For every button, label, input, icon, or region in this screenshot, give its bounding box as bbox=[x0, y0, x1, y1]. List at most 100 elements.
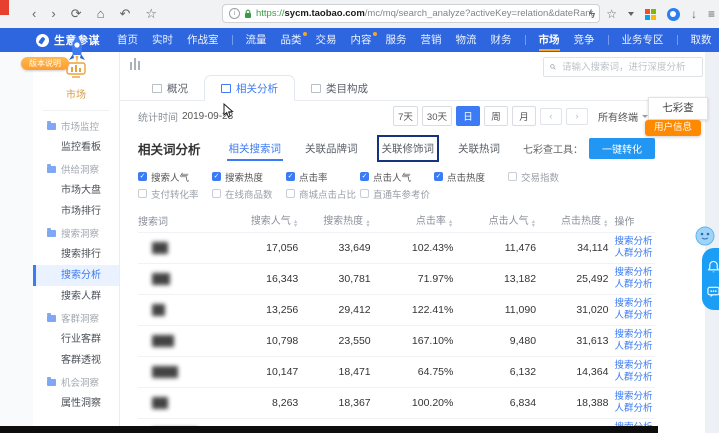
sidebar-item[interactable]: 搜索排行 bbox=[33, 244, 119, 265]
column-header[interactable]: 搜索热度▲▼ bbox=[298, 208, 370, 233]
extensions-grid-icon[interactable] bbox=[645, 9, 656, 20]
date-range-button[interactable]: 7天 bbox=[393, 106, 418, 126]
menu-icon[interactable]: ≡ bbox=[708, 7, 715, 21]
sidebar-item[interactable]: 行业客群 bbox=[33, 329, 119, 350]
forward-icon[interactable]: › bbox=[51, 5, 55, 23]
metric-checkbox[interactable]: ✓点击热度 bbox=[434, 170, 508, 184]
metric-checkbox[interactable]: 在线商品数 bbox=[212, 187, 286, 201]
sidebar-group-header[interactable]: 供给洞察 bbox=[33, 158, 119, 180]
version-badge[interactable]: 版本说明 bbox=[21, 57, 69, 70]
topnav-item[interactable]: 物流 bbox=[449, 28, 484, 52]
topnav-item[interactable]: 取数 bbox=[684, 28, 719, 52]
metric-checkbox[interactable]: 交易指数 bbox=[508, 170, 582, 184]
download-icon[interactable]: ↓ bbox=[691, 7, 697, 21]
bookmark-star-icon[interactable]: ☆ bbox=[145, 5, 157, 23]
action-link[interactable]: 搜索分析 bbox=[608, 236, 655, 248]
topnav-item[interactable]: 作战室 bbox=[180, 28, 226, 52]
date-range-button[interactable]: 30天 bbox=[422, 106, 452, 126]
metric-checkbox[interactable]: 商城点击占比 bbox=[286, 187, 360, 201]
qicai-overlay-button[interactable]: 七彩查 bbox=[648, 97, 708, 120]
sort-icon[interactable]: ▲▼ bbox=[531, 220, 536, 229]
page-tab[interactable]: 概况 bbox=[136, 76, 204, 100]
date-range-button[interactable]: 月 bbox=[512, 106, 536, 126]
sort-icon[interactable]: ▲▼ bbox=[448, 220, 453, 229]
topnav-item[interactable]: 业务专区 bbox=[615, 28, 671, 52]
column-header[interactable]: 点击人气▲▼ bbox=[453, 208, 536, 233]
action-link[interactable]: 人群分析 bbox=[608, 372, 655, 384]
action-link[interactable]: 人群分析 bbox=[608, 310, 655, 322]
related-word-subtab[interactable]: 关联品牌词 bbox=[303, 138, 360, 159]
topnav-item[interactable]: 实时 bbox=[145, 28, 180, 52]
action-link[interactable]: 人群分析 bbox=[608, 279, 655, 291]
column-header[interactable]: 点击热度▲▼ bbox=[536, 208, 608, 233]
related-word-subtab[interactable]: 相关搜索词 bbox=[227, 138, 284, 159]
floating-help-widget[interactable] bbox=[702, 248, 719, 310]
date-range-button[interactable]: 周 bbox=[484, 106, 508, 126]
search-input[interactable] bbox=[560, 61, 696, 74]
topnav-item[interactable]: 财务 bbox=[484, 28, 519, 52]
sidebar-item[interactable]: 属性洞察 bbox=[33, 393, 119, 414]
topnav-item[interactable]: 内容 bbox=[344, 28, 379, 52]
column-header[interactable]: 点击率▲▼ bbox=[371, 208, 454, 233]
action-link[interactable]: 人群分析 bbox=[608, 341, 655, 353]
prev-date-button[interactable]: ‹ bbox=[540, 108, 562, 125]
metric-checkbox[interactable]: ✓点击率 bbox=[286, 170, 360, 184]
action-link[interactable]: 搜索分析 bbox=[608, 391, 655, 403]
metric-checkbox[interactable]: 直通车参考价 bbox=[360, 187, 434, 201]
userinfo-overlay-button[interactable]: 用户信息 bbox=[645, 120, 701, 136]
back-icon[interactable]: ‹ bbox=[32, 5, 36, 23]
sidebar-group-header[interactable]: 机会洞察 bbox=[33, 371, 119, 393]
topnav-item[interactable]: 市场 bbox=[532, 28, 567, 52]
action-link[interactable]: 人群分析 bbox=[608, 248, 655, 260]
topnav-item[interactable]: 首页 bbox=[110, 28, 145, 52]
history-icon[interactable]: ↶ bbox=[119, 5, 130, 23]
sort-icon[interactable]: ▲▼ bbox=[293, 220, 298, 229]
topnav-item[interactable]: 品类 bbox=[274, 28, 309, 52]
action-link[interactable]: 搜索分析 bbox=[608, 360, 655, 372]
next-date-button[interactable]: › bbox=[566, 108, 588, 125]
one-key-convert-button[interactable]: 一键转化 bbox=[589, 138, 655, 159]
reload-icon[interactable]: ⟳ bbox=[71, 5, 82, 23]
action-link[interactable]: 搜索分析 bbox=[608, 329, 655, 341]
sidebar-item[interactable]: 搜索分析 bbox=[33, 265, 119, 286]
home-icon[interactable]: ⌂ bbox=[97, 5, 105, 23]
sidebar-item[interactable]: 市场大盘 bbox=[33, 180, 119, 201]
sidebar-item[interactable]: 客群透视 bbox=[33, 350, 119, 371]
metric-checkbox[interactable]: ✓点击人气 bbox=[360, 170, 434, 184]
sidebar-group-header[interactable]: 搜索洞察 bbox=[33, 222, 119, 244]
sidebar-group-header[interactable]: 市场监控 bbox=[33, 115, 119, 137]
topnav-item[interactable]: 服务 bbox=[379, 28, 414, 52]
metric-checkbox[interactable]: ✓搜索热度 bbox=[212, 170, 286, 184]
bell-icon[interactable] bbox=[707, 260, 719, 274]
page-info-icon[interactable]: i bbox=[229, 8, 240, 19]
sort-icon[interactable]: ▲▼ bbox=[603, 220, 608, 229]
action-link[interactable]: 搜索分析 bbox=[608, 298, 655, 310]
url-bar[interactable]: i https://sycm.taobao.com/mc/mq/search_a… bbox=[222, 4, 600, 23]
action-link[interactable]: 人群分析 bbox=[608, 403, 655, 415]
star-icon[interactable]: ☆ bbox=[606, 7, 617, 21]
topnav-item[interactable]: 营销 bbox=[414, 28, 449, 52]
metric-checkbox[interactable]: ✓搜索人气 bbox=[138, 170, 212, 184]
sidebar-group-header[interactable]: 客群洞察 bbox=[33, 307, 119, 329]
sidebar-item[interactable]: 监控看板 bbox=[33, 137, 119, 158]
chat-icon[interactable] bbox=[707, 286, 719, 298]
column-header[interactable]: 搜索人气▲▼ bbox=[221, 208, 299, 233]
flash-extension-icon[interactable]: ϟ bbox=[589, 7, 595, 21]
page-tab[interactable]: 相关分析 bbox=[204, 75, 295, 101]
keyword-search-box[interactable] bbox=[543, 57, 703, 77]
sort-icon[interactable]: ▲▼ bbox=[365, 220, 370, 229]
topnav-item[interactable]: 竞争 bbox=[567, 28, 602, 52]
related-word-subtab[interactable]: 关联热词 bbox=[456, 138, 502, 159]
helper-mascot-icon[interactable] bbox=[694, 224, 716, 248]
sidebar-item[interactable]: 市场排行 bbox=[33, 201, 119, 222]
drag-handle-icon[interactable] bbox=[130, 58, 140, 70]
terminal-filter-dropdown[interactable]: 所有终端 bbox=[598, 109, 648, 124]
page-tab[interactable]: 类目构成 bbox=[295, 76, 384, 100]
related-word-subtab[interactable]: 关联修饰词 bbox=[380, 138, 437, 159]
metric-checkbox[interactable]: 支付转化率 bbox=[138, 187, 212, 201]
chevron-down-icon[interactable] bbox=[628, 12, 634, 16]
blue-extension-icon[interactable] bbox=[667, 8, 680, 21]
date-range-button[interactable]: 日 bbox=[456, 106, 480, 126]
topnav-item[interactable]: 交易 bbox=[309, 28, 344, 52]
action-link[interactable]: 搜索分析 bbox=[608, 267, 655, 279]
